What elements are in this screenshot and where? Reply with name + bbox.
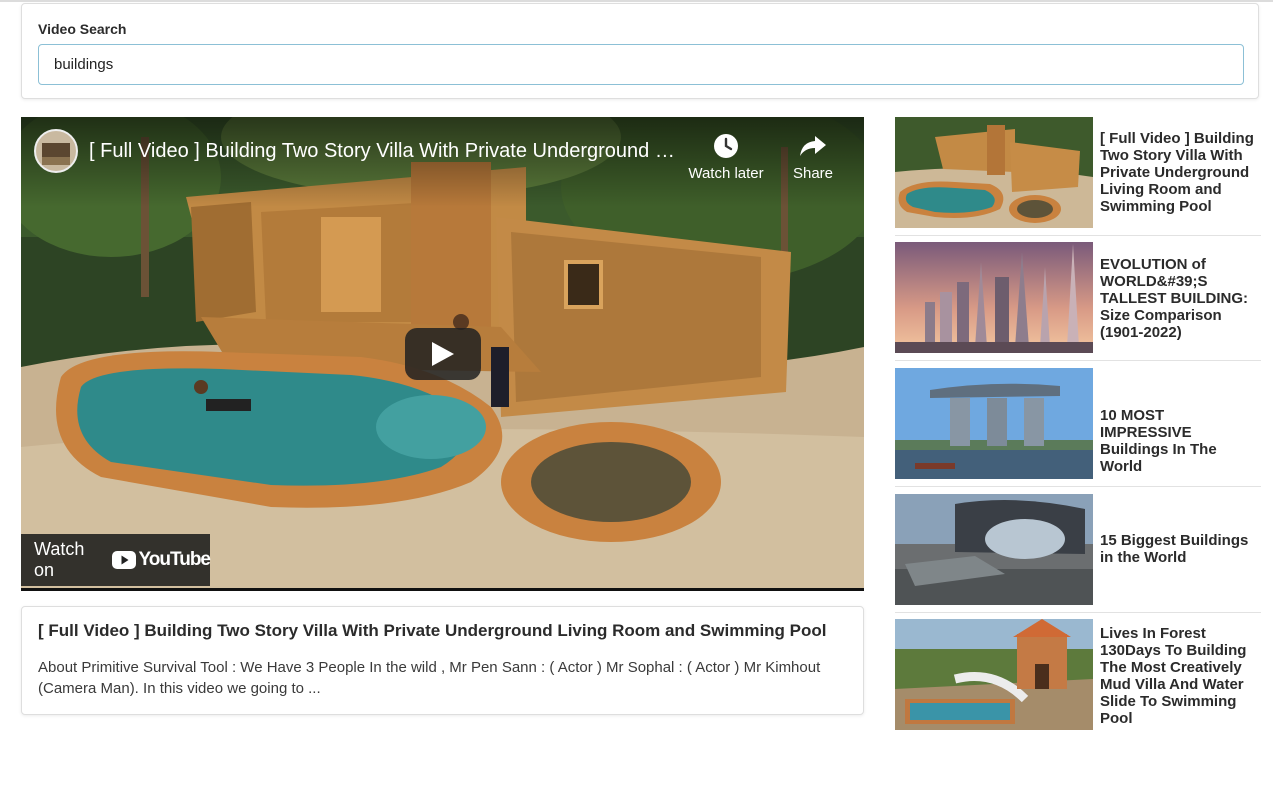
video-thumbnail[interactable]	[895, 619, 1093, 730]
video-title: [ Full Video ] Building Two Story Villa …	[38, 621, 827, 640]
clock-icon	[714, 134, 738, 158]
video-description: About Primitive Survival Tool : We Have …	[38, 659, 821, 697]
search-card: Video Search	[21, 3, 1259, 99]
play-icon	[432, 342, 454, 366]
search-label: Video Search	[38, 21, 127, 37]
video-list-item-title[interactable]: 10 MOST IMPRESSIVE Buildings In The Worl…	[1100, 407, 1260, 475]
video-player[interactable]: [ Full Video ] Building Two Story Villa …	[21, 117, 864, 591]
divider	[895, 486, 1261, 487]
video-thumbnail[interactable]	[895, 242, 1093, 353]
video-list-item-title[interactable]: [ Full Video ] Building Two Story Villa …	[1100, 130, 1260, 215]
video-thumbnail[interactable]	[895, 117, 1093, 228]
search-input[interactable]	[38, 44, 1244, 85]
youtube-label: YouTube	[138, 549, 211, 570]
video-list-item[interactable]: [ Full Video ] Building Two Story Villa …	[895, 117, 1261, 236]
watch-later-button[interactable]: Watch later	[681, 129, 771, 182]
video-list-item[interactable]: 10 MOST IMPRESSIVE Buildings In The Worl…	[895, 368, 1261, 487]
watch-on-label: Watch on	[34, 539, 85, 580]
divider	[895, 360, 1261, 361]
video-thumbnail[interactable]	[895, 368, 1093, 479]
divider	[895, 612, 1261, 613]
watch-on-youtube-button[interactable]: Watch on YouTube	[21, 534, 211, 586]
video-list-item-title[interactable]: 15 Biggest Buildings in the World	[1100, 532, 1260, 566]
video-details-card: [ Full Video ] Building Two Story Villa …	[21, 606, 864, 715]
channel-avatar[interactable]	[34, 129, 78, 173]
divider	[895, 235, 1261, 236]
video-list-item-title[interactable]: Lives In Forest 130Days To Building The …	[1100, 625, 1260, 727]
share-button[interactable]: Share	[768, 129, 858, 182]
youtube-logo-icon: YouTube	[111, 549, 211, 571]
share-arrow-icon	[800, 136, 826, 156]
video-thumbnail[interactable]	[895, 494, 1093, 605]
top-divider	[0, 0, 1273, 2]
play-button[interactable]	[405, 328, 481, 380]
video-list-item-title[interactable]: EVOLUTION of WORLD&#39;S TALLEST BUILDIN…	[1100, 256, 1260, 341]
player-title[interactable]: [ Full Video ] Building Two Story Villa …	[89, 140, 679, 163]
share-label: Share	[792, 165, 834, 182]
video-list-item[interactable]: EVOLUTION of WORLD&#39;S TALLEST BUILDIN…	[895, 242, 1261, 361]
watch-later-label: Watch later	[688, 165, 764, 182]
video-list-item[interactable]: Lives In Forest 130Days To Building The …	[895, 619, 1261, 737]
video-list-item[interactable]: 15 Biggest Buildings in the World	[895, 494, 1261, 613]
